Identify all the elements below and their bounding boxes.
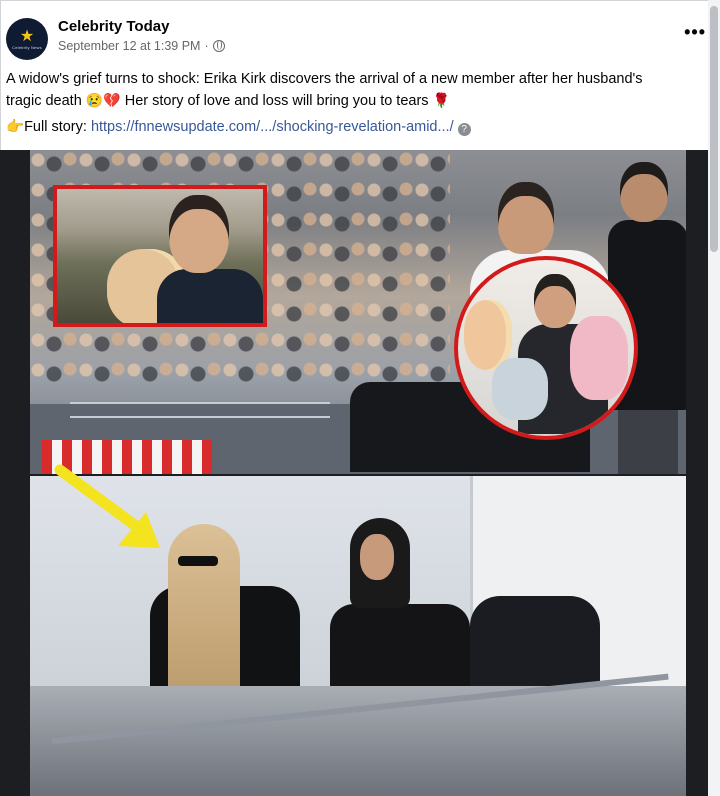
globe-icon <box>212 40 225 52</box>
post-meta: September 12 at 1:39 PM · <box>58 39 225 53</box>
more-options-button[interactable]: ••• <box>684 22 706 43</box>
post-link-line: 👉Full story: https://fnnewsupdate.com/..… <box>6 117 714 138</box>
pointing-hand-icon: 👉 <box>6 119 25 135</box>
facebook-post: ★ Celebrity News Celebrity Today Septemb… <box>0 0 720 796</box>
rose-icon: 🌹 <box>432 92 451 108</box>
airplane-stairs <box>30 686 686 796</box>
yellow-arrow-icon <box>54 464 160 548</box>
post-timestamp[interactable]: September 12 at 1:39 PM <box>58 39 200 53</box>
couple-inset-photo <box>53 185 267 327</box>
help-icon[interactable]: ? <box>457 123 471 136</box>
star-icon: ★ <box>19 27 35 45</box>
full-story-link[interactable]: https://fnnewsupdate.com/.../shocking-re… <box>91 119 454 135</box>
family-inset-photo <box>454 256 638 440</box>
link-label: Full story: <box>24 119 87 135</box>
post-text-line-2: tragic death 😢💔 Her story of love and lo… <box>6 92 451 109</box>
railing <box>70 402 330 404</box>
scrollbar-thumb[interactable] <box>710 6 718 252</box>
post-text: A widow's grief turns to shock: Erika Ki… <box>6 69 714 138</box>
sunglasses <box>178 556 218 566</box>
crying-face-icon: 😢 <box>85 92 104 108</box>
page-avatar[interactable]: ★ Celebrity News <box>6 18 48 60</box>
avatar-caption: Celebrity News <box>12 44 42 50</box>
post-image[interactable] <box>0 150 708 796</box>
crowd <box>30 150 450 178</box>
post-header: ★ Celebrity News Celebrity Today Septemb… <box>6 14 710 64</box>
broken-heart-icon: 💔 <box>103 92 121 108</box>
page-name[interactable]: Celebrity Today <box>58 18 169 35</box>
scrollbar[interactable] <box>708 0 720 796</box>
post-text-line-1: A widow's grief turns to shock: Erika Ki… <box>6 71 643 87</box>
